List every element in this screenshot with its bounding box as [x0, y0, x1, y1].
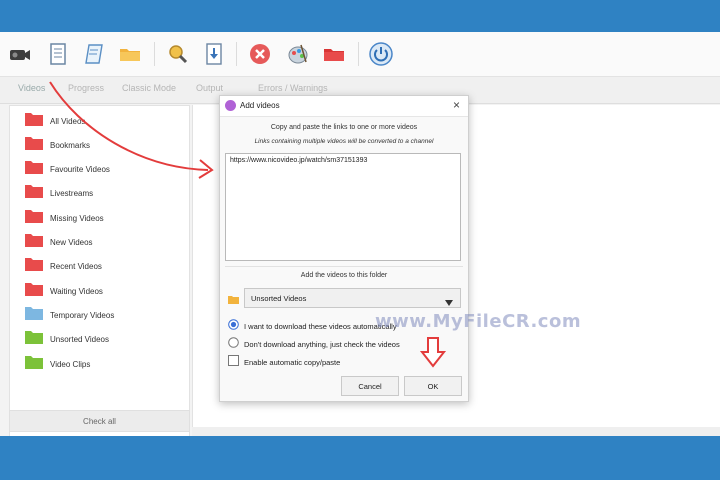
annotation-overlay	[49, 81, 447, 368]
down-arrow-annotation	[419, 337, 447, 368]
red-arrow-annotation	[49, 81, 209, 171]
